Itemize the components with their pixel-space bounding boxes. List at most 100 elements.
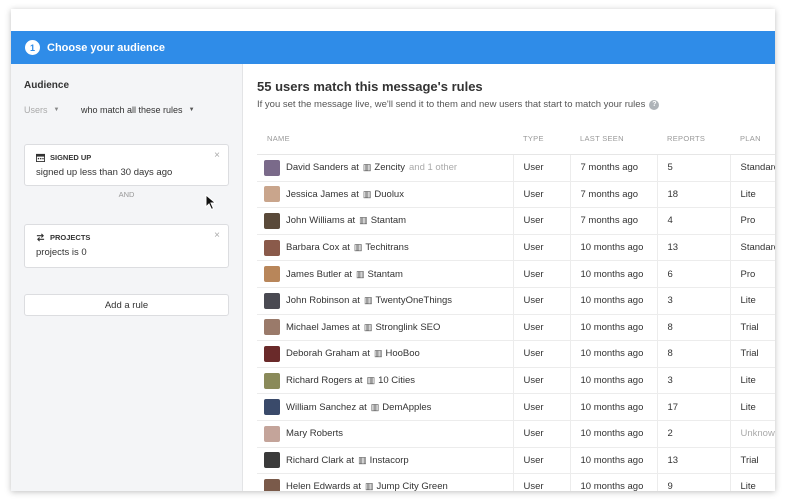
user-name[interactable]: Michael James at bbox=[286, 322, 360, 333]
user-name-cell: Helen Edwards at ▥ Jump City Green bbox=[264, 478, 512, 491]
table-row[interactable]: William Sanchez at ▥ DemApples User 10 month… bbox=[257, 393, 775, 421]
reports-cell: 9 bbox=[657, 473, 731, 491]
last-seen-cell: 10 months ago bbox=[570, 447, 658, 475]
users-select[interactable]: Users ▼ bbox=[24, 105, 59, 115]
user-name[interactable]: Deborah Graham at bbox=[286, 348, 370, 359]
table-header-row: NAME TYPE LAST SEEN REPORTS PLAN bbox=[257, 123, 775, 155]
company-name[interactable]: TwentyOneThings bbox=[375, 295, 452, 306]
table-row[interactable]: Michael James at ▥ Stronglink SEO User 10 mo… bbox=[257, 314, 775, 342]
table-row[interactable]: Jessica James at ▥ Duolux User 7 months ago 1… bbox=[257, 181, 775, 209]
company-name[interactable]: Zencity bbox=[374, 162, 405, 173]
user-name[interactable]: Jessica James at bbox=[286, 189, 359, 200]
close-icon[interactable]: × bbox=[214, 150, 220, 161]
table-row[interactable]: Richard Rogers at ▥ 10 Cities User 10 months… bbox=[257, 367, 775, 395]
user-name[interactable]: Mary Roberts bbox=[286, 428, 343, 439]
table-row[interactable]: John Williams at ▥ Stantam User 7 months ago… bbox=[257, 207, 775, 235]
match-select[interactable]: who match all these rules ▼ bbox=[81, 105, 195, 115]
name-cell: Helen Edwards at ▥ Jump City Green bbox=[257, 473, 514, 491]
plan-cell: Lite bbox=[730, 393, 775, 421]
type-cell: User bbox=[513, 473, 571, 491]
table-row[interactable]: Richard Clark at ▥ Instacorp User 10 months … bbox=[257, 447, 775, 475]
avatar bbox=[264, 212, 280, 229]
rule-header: SIGNED UP bbox=[36, 153, 91, 162]
type-cell: User bbox=[513, 314, 571, 342]
table-row[interactable]: John Robinson at ▥ TwentyOneThings User 10 m… bbox=[257, 287, 775, 315]
column-header-reports[interactable]: REPORTS bbox=[657, 123, 730, 155]
column-header-name[interactable]: NAME bbox=[257, 123, 513, 155]
user-name[interactable]: Barbara Cox at bbox=[286, 242, 350, 253]
table-row[interactable]: David Sanders at ▥ Zencity and 1 other User 7… bbox=[257, 154, 775, 182]
user-name[interactable]: David Sanders at bbox=[286, 162, 359, 173]
user-name-cell: John Robinson at ▥ TwentyOneThings bbox=[264, 292, 512, 309]
step-number-badge: 1 bbox=[25, 40, 40, 55]
company-name[interactable]: HooBoo bbox=[385, 348, 419, 359]
avatar bbox=[264, 372, 280, 389]
type-cell: User bbox=[513, 447, 571, 475]
company-name[interactable]: Stronglink SEO bbox=[375, 322, 440, 333]
user-name-cell: Deborah Graham at ▥ HooBoo bbox=[264, 345, 512, 362]
user-name[interactable]: Richard Rogers at bbox=[286, 375, 363, 386]
rule-card-projects[interactable]: PROJECTS projects is 0 × bbox=[24, 224, 229, 268]
building-icon: ▥ bbox=[358, 454, 367, 465]
column-header-plan[interactable]: PLAN bbox=[730, 123, 775, 155]
close-icon[interactable]: × bbox=[214, 230, 220, 241]
rule-title: PROJECTS bbox=[50, 233, 91, 242]
user-name[interactable]: John Williams at bbox=[286, 215, 355, 226]
company-name[interactable]: DemApples bbox=[382, 402, 431, 413]
avatar bbox=[264, 478, 280, 491]
add-rule-button[interactable]: Add a rule bbox=[24, 294, 229, 316]
type-cell: User bbox=[513, 234, 571, 262]
building-icon: ▥ bbox=[366, 375, 376, 386]
plan-cell: Pro bbox=[730, 260, 775, 288]
user-name[interactable]: Helen Edwards at bbox=[286, 481, 361, 491]
reports-cell: 4 bbox=[657, 207, 731, 235]
table-row[interactable]: Deborah Graham at ▥ HooBoo User 10 months ag… bbox=[257, 340, 775, 368]
plan-cell: Unknown bbox=[730, 420, 775, 448]
plan-cell: Pro bbox=[730, 207, 775, 235]
table-row[interactable]: Mary Roberts User10 months ago2Unknown bbox=[257, 420, 775, 448]
last-seen-cell: 10 months ago bbox=[570, 314, 658, 342]
name-cell: James Butler at ▥ Stantam bbox=[257, 260, 514, 288]
type-cell: User bbox=[513, 393, 571, 421]
table-row[interactable]: Barbara Cox at ▥ Techitrans User 10 months a… bbox=[257, 234, 775, 262]
type-cell: User bbox=[513, 260, 571, 288]
avatar bbox=[264, 319, 280, 336]
last-seen-cell: 10 months ago bbox=[570, 473, 658, 491]
building-icon: ▥ bbox=[364, 481, 374, 491]
company-name[interactable]: Stantam bbox=[368, 269, 403, 280]
mouse-cursor-icon bbox=[205, 194, 217, 211]
audience-sidebar: Audience Users ▼ who match all these rul… bbox=[11, 64, 243, 491]
name-cell: Richard Clark at ▥ Instacorp bbox=[257, 447, 514, 475]
plan-cell: Standard bbox=[730, 234, 775, 262]
company-name[interactable]: Jump City Green bbox=[377, 481, 448, 491]
user-name[interactable]: Richard Clark at bbox=[286, 455, 354, 466]
column-header-type[interactable]: TYPE bbox=[513, 123, 570, 155]
column-header-last-seen[interactable]: LAST SEEN bbox=[570, 123, 657, 155]
table-row[interactable]: James Butler at ▥ Stantam User 10 months ago… bbox=[257, 260, 775, 288]
company-name[interactable]: Instacorp bbox=[370, 455, 409, 466]
table-row[interactable]: Helen Edwards at ▥ Jump City Green User 10 m… bbox=[257, 473, 775, 491]
extra-companies[interactable]: and 1 other bbox=[409, 162, 457, 173]
reports-cell: 18 bbox=[657, 181, 731, 209]
type-cell: User bbox=[513, 287, 571, 315]
company-name[interactable]: Duolux bbox=[374, 189, 404, 200]
user-name[interactable]: James Butler at bbox=[286, 269, 352, 280]
avatar bbox=[264, 399, 280, 416]
reports-cell: 8 bbox=[657, 314, 731, 342]
user-name[interactable]: William Sanchez at bbox=[286, 402, 367, 413]
name-cell: Mary Roberts bbox=[257, 420, 514, 448]
company-name[interactable]: 10 Cities bbox=[378, 375, 415, 386]
last-seen-cell: 10 months ago bbox=[570, 367, 658, 395]
user-name-cell: John Williams at ▥ Stantam bbox=[264, 212, 512, 229]
company-name[interactable]: Stantam bbox=[371, 215, 406, 226]
rule-title: SIGNED UP bbox=[50, 153, 92, 162]
avatar bbox=[264, 425, 280, 442]
calendar-icon bbox=[36, 153, 45, 162]
rule-card-signed-up[interactable]: SIGNED UP signed up less than 30 days ag… bbox=[24, 144, 229, 186]
building-icon: ▥ bbox=[362, 162, 372, 173]
avatar bbox=[264, 159, 280, 176]
name-cell: Jessica James at ▥ Duolux bbox=[257, 181, 514, 209]
user-name[interactable]: John Robinson at bbox=[286, 295, 360, 306]
company-name[interactable]: Techitrans bbox=[365, 242, 408, 253]
question-icon[interactable]: ? bbox=[649, 99, 660, 110]
